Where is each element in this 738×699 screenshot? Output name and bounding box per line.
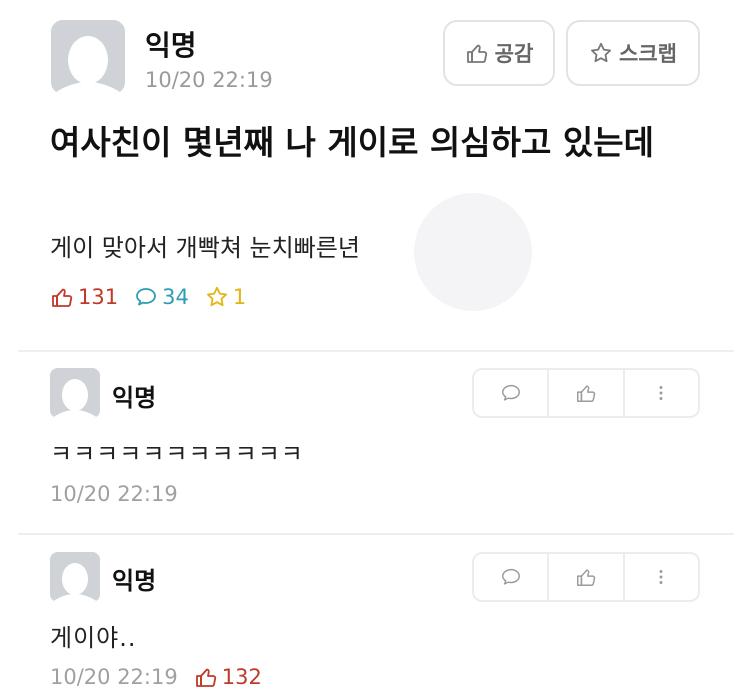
thumbs-up-icon [52, 288, 73, 307]
comment-text: 게이야.. [50, 624, 137, 652]
more-vertical-icon [659, 386, 663, 400]
comment-time-value: 10/20 22:19 [50, 665, 178, 689]
star-icon [591, 42, 612, 63]
avatar[interactable] [51, 20, 125, 94]
comment-like-button[interactable] [547, 370, 622, 416]
scrap-button-label: 스크랩 [619, 42, 677, 66]
like-button-label: 공감 [494, 42, 534, 66]
comment-count: 34 [134, 285, 189, 309]
comment-author: 익명 [112, 384, 157, 412]
post-body: 게이 맞아서 개빡쳐 눈치빠른년 [50, 234, 360, 262]
star-icon [206, 286, 227, 307]
comment-text: ㅋㅋㅋㅋㅋㅋㅋㅋㅋㅋㅋ [50, 440, 304, 468]
reply-button[interactable] [474, 554, 547, 600]
scrap-count-value: 1 [232, 285, 247, 309]
default-avatar-icon [50, 552, 100, 602]
default-avatar-icon [50, 368, 100, 418]
comment-author: 익명 [112, 567, 157, 595]
post: 익명 10/20 22:19 공감 스크랩 여사친이 몇년째 나 게이로 의심하… [0, 0, 738, 350]
speech-bubble-icon [501, 568, 520, 585]
comment-like-count-value: 132 [221, 665, 262, 689]
thumbs-up-icon [577, 569, 596, 586]
more-options-button[interactable] [622, 370, 698, 416]
post-title: 여사친이 몇년째 나 게이로 의심하고 있는데 [50, 123, 654, 162]
more-vertical-icon [659, 570, 663, 584]
post-author: 익명 [145, 29, 197, 62]
reply-button[interactable] [474, 370, 547, 416]
thumbs-up-icon [577, 385, 596, 402]
watermark [414, 193, 532, 311]
speech-bubble-icon [501, 384, 520, 401]
default-avatar-icon [51, 20, 125, 94]
like-count: 131 [50, 285, 118, 309]
scrap-count: 1 [205, 285, 246, 309]
comment-time-value: 10/20 22:19 [50, 482, 178, 506]
comment-time: 10/20 22:19 132 [50, 665, 262, 689]
comment-count-value: 34 [162, 285, 189, 309]
scrap-button[interactable]: 스크랩 [566, 20, 700, 86]
thumbs-up-icon [466, 44, 487, 63]
comment-item: 익명 게이야.. 10/20 22:19 132 [0, 535, 738, 699]
comment-like-count: 132 [194, 665, 262, 689]
thumbs-up-icon [195, 668, 216, 687]
speech-bubble-icon [136, 288, 156, 306]
avatar[interactable] [50, 552, 100, 602]
comment-actions [472, 368, 700, 418]
avatar[interactable] [50, 368, 100, 418]
comment-actions [472, 552, 700, 602]
comment-like-button[interactable] [547, 554, 622, 600]
comment-item: 익명 ㅋㅋㅋㅋㅋㅋㅋㅋㅋㅋㅋ 10/20 22:19 [0, 352, 738, 532]
more-options-button[interactable] [622, 554, 698, 600]
post-time: 10/20 22:19 [145, 68, 273, 92]
comment-time: 10/20 22:19 [50, 482, 178, 506]
like-button[interactable]: 공감 [443, 20, 555, 86]
post-stats: 131 34 1 [50, 285, 262, 309]
like-count-value: 131 [78, 285, 119, 309]
